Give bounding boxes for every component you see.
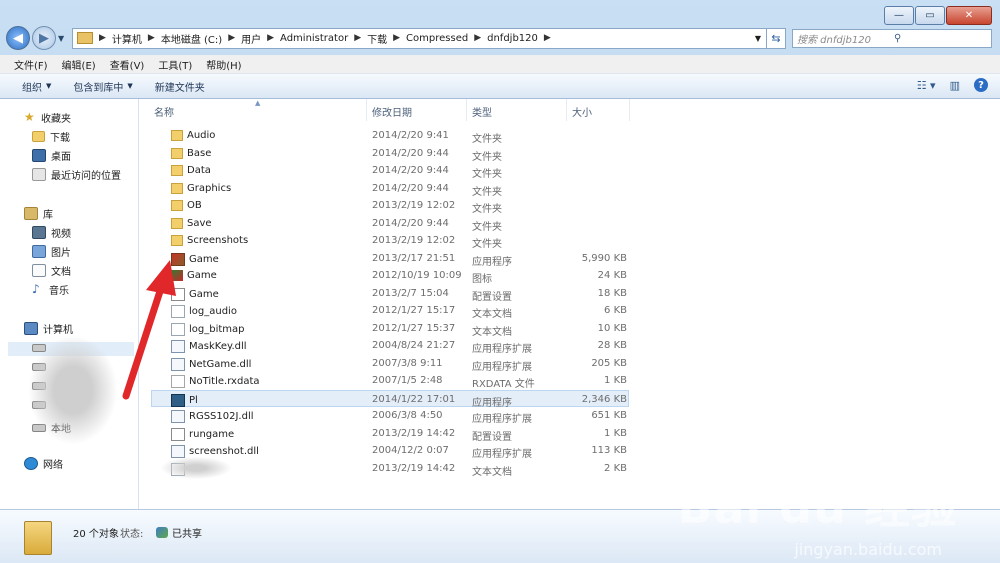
baidu-watermark: Bai du 经验 [677,480,958,534]
explorer-window: — ▭ ✕ ◀ ▶ ▼ ▶ 计算机 ▶ 本地磁盘 (C:) ▶ 用户 ▶ Admini… [0,0,1000,563]
arrow-head [146,260,176,296]
baidu-watermark-url: jingyan.baidu.com [794,540,942,559]
arrow-shaft [122,278,167,400]
